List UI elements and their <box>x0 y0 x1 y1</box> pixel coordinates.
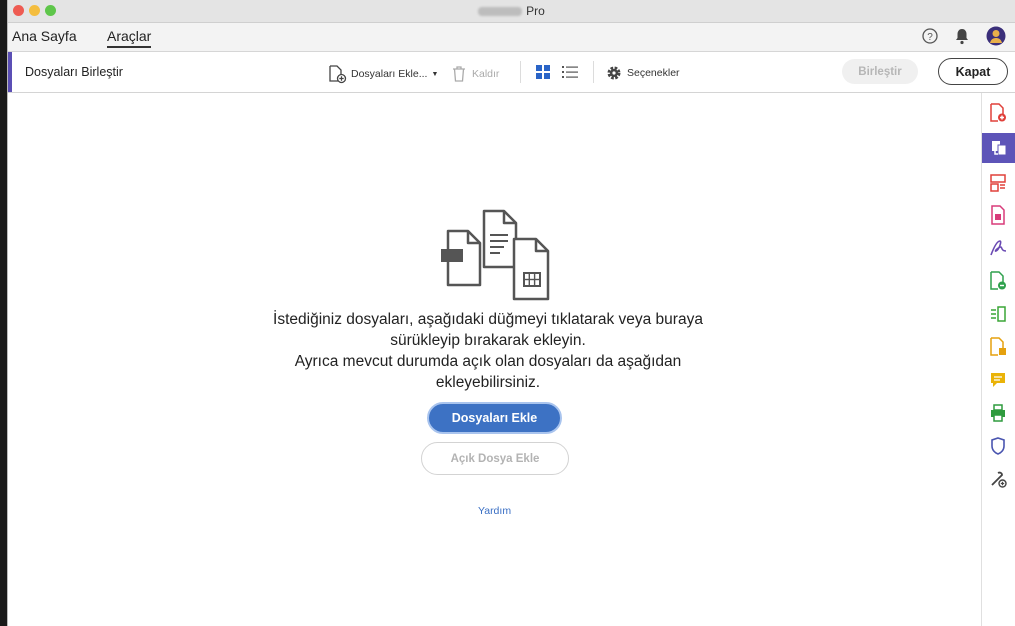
tab-home[interactable]: Ana Sayfa <box>12 28 77 44</box>
fill-sign-icon[interactable] <box>988 238 1008 258</box>
tool-accent-bar <box>8 52 12 92</box>
gear-icon <box>607 66 621 80</box>
organize-pages-icon[interactable] <box>988 173 1008 193</box>
toolbar-divider <box>520 61 521 83</box>
title-bar: Pro <box>8 0 1015 23</box>
compare-icon[interactable] <box>988 304 1008 324</box>
print-production-icon[interactable] <box>988 403 1008 423</box>
toolbar-divider <box>593 61 594 83</box>
instruction-line: İstediğiniz dosyaları, aşağıdaki düğmeyi… <box>273 311 703 328</box>
caret-down-icon: ▼ <box>431 70 439 78</box>
tool-toolbar: Dosyaları Birleştir Dosyaları Ekle... ▼ … <box>8 52 1015 93</box>
grid-view-icon[interactable] <box>534 63 552 81</box>
drop-zone[interactable]: İstediğiniz dosyaları, aşağıdaki düğmeyi… <box>8 93 981 626</box>
export-pdf-icon[interactable] <box>988 205 1008 225</box>
svg-text:?: ? <box>927 32 933 43</box>
avatar[interactable] <box>986 26 1006 51</box>
combine-button[interactable]: Birleştir <box>842 59 918 84</box>
help-icon[interactable]: ? <box>921 27 939 50</box>
protect-icon[interactable] <box>988 436 1008 456</box>
more-tools-icon[interactable] <box>988 469 1008 489</box>
instruction-line: sürükleyip bırakarak ekleyin. <box>390 332 586 349</box>
add-files-button[interactable]: Dosyaları Ekle <box>427 402 562 434</box>
list-view-icon[interactable] <box>560 63 580 81</box>
window-title: Pro <box>8 4 1015 18</box>
combine-files-illustration-icon <box>441 209 550 301</box>
right-tools-rail <box>981 93 1015 626</box>
create-pdf-icon[interactable] <box>988 103 1008 123</box>
comment-icon[interactable] <box>988 370 1008 390</box>
remove-label: Kaldır <box>472 68 500 80</box>
instruction-line: ekleyebilirsiniz. <box>435 374 541 391</box>
instruction-line: Ayrıca mevcut durumda açık olan dosyalar… <box>294 353 682 370</box>
app-window: Pro Ana Sayfa Araçlar ? Dosyaları Birleş… <box>7 0 1015 626</box>
help-link[interactable]: Yardım <box>478 505 511 517</box>
tab-tools[interactable]: Araçlar <box>107 28 152 48</box>
options-button[interactable]: Seçenekler <box>605 64 680 82</box>
remove-button[interactable]: Kaldır <box>450 64 499 84</box>
options-label: Seçenekler <box>627 67 680 79</box>
tool-title: Dosyaları Birleştir <box>25 65 123 79</box>
edit-pdf-icon[interactable] <box>988 271 1008 291</box>
combine-files-icon[interactable] <box>982 133 1015 163</box>
export-icon[interactable] <box>988 337 1008 357</box>
top-nav: Ana Sayfa Araçlar ? <box>8 23 1015 52</box>
close-button[interactable]: Kapat <box>938 58 1008 85</box>
bell-icon[interactable] <box>954 27 970 50</box>
add-files-dropdown[interactable]: Dosyaları Ekle... ▼ <box>327 64 438 84</box>
instruction-text: İstediğiniz dosyaları, aşağıdaki düğmeyi… <box>248 309 728 393</box>
add-files-label: Dosyaları Ekle... <box>351 68 428 80</box>
add-open-file-button[interactable]: Açık Dosya Ekle <box>421 442 569 475</box>
add-file-icon <box>329 65 347 84</box>
trash-icon <box>453 66 465 82</box>
